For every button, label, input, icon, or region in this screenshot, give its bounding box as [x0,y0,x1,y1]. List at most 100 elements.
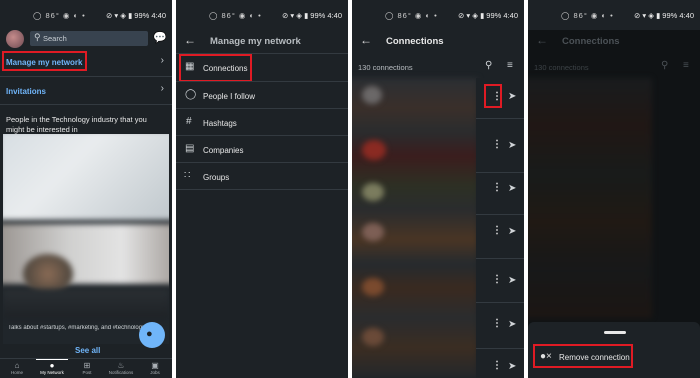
send-message-icon[interactable]: ➤ [508,319,516,330]
divider [176,189,348,190]
nav-home-label: Home [10,370,23,375]
status-right: ⊘ ▾ ◈ ▮ 99% 4:40 [282,11,342,20]
search-icon[interactable]: ⚲ [485,60,492,71]
nav-my-network[interactable]: ● My Network [36,359,68,375]
see-all-link[interactable]: See all [75,346,100,355]
filter-icon[interactable]: ≡ [507,60,513,71]
highlight-manage-network [2,51,87,71]
send-message-icon[interactable]: ➤ [508,226,516,237]
highlight-connections [179,54,252,82]
remove-connection-screen: ◯ 86° ◉ ◐ • ⊘ ▾ ◈ ▮ 99% 4:40 ← Connectio… [528,0,700,378]
menu-item-people-follow[interactable]: ◯ People I follow [176,84,348,108]
divider [476,258,524,259]
divider [176,162,348,163]
back-arrow-icon: ← [536,33,548,47]
send-message-icon[interactable]: ➤ [508,140,516,151]
divider [0,104,172,105]
divider [476,302,524,303]
status-bar: ◯ 86° ◉ ◐ • ⊘ ▾ ◈ ▮ 99% 4:40 [176,0,348,30]
avatar[interactable] [6,30,24,48]
divider [476,214,524,215]
more-options-icon[interactable]: ⋮ [492,318,502,329]
divider [0,76,172,77]
page-title: Connections [386,36,444,47]
connections-screen: ◯ 86° ◉ ◐ • ⊘ ▾ ◈ ▮ 99% 4:40 ← Connectio… [352,0,524,378]
search-bar[interactable]: ⚲ Search [30,31,148,46]
send-message-icon[interactable]: ➤ [508,183,516,194]
people-heading: People in the Technology industry that y… [6,115,147,134]
more-options-icon[interactable]: ⋮ [492,360,502,371]
page-title: Connections [562,36,620,47]
more-options-icon[interactable]: ⋮ [492,225,502,236]
send-message-icon[interactable]: ➤ [508,91,516,102]
nav-home[interactable]: ⌂ Home [4,361,30,375]
invitations-label: Invitations [6,87,47,96]
nav-jobs-label: Jobs [150,370,160,375]
bell-icon: ♨ [117,361,125,370]
filter-icon: ≡ [683,60,689,71]
search-icon: ⚲ [661,60,669,71]
nav-notifications-label: Notifications [108,370,134,375]
companies-icon: ▤ [185,143,195,154]
blurred-avatar [362,278,384,296]
suggestion-card[interactable]: Talks about #startups, #marketing, and #… [3,134,169,344]
status-bar: ◯ 86° ◉ ◐ • ⊘ ▾ ◈ ▮ 99% 4:40 [0,0,172,30]
divider [476,118,524,119]
blurred-details [3,289,169,319]
network-icon: ● [49,361,55,370]
more-options-icon[interactable]: ⋮ [492,274,502,285]
talks-about-text: Talks about #startups, #marketing, and #… [8,325,146,331]
blurred-avatar [362,328,384,346]
blurred-profile-photo [23,254,73,294]
more-options-icon[interactable]: ⋮ [492,182,502,193]
send-message-icon[interactable]: ➤ [508,361,516,372]
post-icon: ⊞ [83,361,91,370]
menu-item-groups[interactable]: ∷ Groups [176,165,348,189]
nav-my-network-label: My Network [40,370,64,375]
home-icon: ⌂ [14,361,20,370]
highlight-remove-connection [533,344,633,368]
messaging-icon[interactable]: 💬 [153,31,167,44]
page-title: Manage my network [210,36,301,47]
send-message-icon[interactable]: ➤ [508,275,516,286]
nav-post-label: Post [82,370,92,375]
nav-jobs[interactable]: ▣ Jobs [142,361,168,375]
status-right: ⊘ ▾ ◈ ▮ 99% 4:40 [634,11,694,20]
status-left-icons: ◯ 86° ◉ ◐ • [385,11,438,20]
nav-post[interactable]: ⊞ Post [74,361,100,375]
divider [476,172,524,173]
invitations-row[interactable]: Invitations › [0,80,172,100]
hashtag-icon: # [186,116,192,127]
status-left-icons: ◯ 86° ◉ ◐ • [33,11,86,20]
menu-item-hashtags[interactable]: # Hashtags [176,111,348,135]
add-connection-button[interactable]: ● [139,322,165,348]
back-arrow-icon[interactable]: ← [184,33,196,47]
connection-count: 130 connections [534,63,589,72]
status-bar: ◯ 86° ◉ ◐ • ⊘ ▾ ◈ ▮ 99% 4:40 [528,0,700,30]
nav-notifications[interactable]: ♨ Notifications [104,361,138,375]
chevron-right-icon: › [160,55,164,66]
manage-network-screen: ◯ 86° ◉ ◐ • ⊘ ▾ ◈ ▮ 99% 4:40 ← Manage my… [176,0,348,378]
divider [176,108,348,109]
sheet-handle[interactable] [604,331,626,334]
divider [176,135,348,136]
status-right: ⊘ ▾ ◈ ▮ 99% 4:40 [458,11,518,20]
blurred-banner-image [3,134,169,220]
chevron-right-icon: › [160,83,164,94]
menu-item-companies[interactable]: ▤ Companies [176,138,348,162]
more-options-icon[interactable]: ⋮ [492,139,502,150]
status-left-icons: ◯ 86° ◉ ◐ • [561,11,614,20]
connections-list: ⋮ ➤ ⋮ ➤ ⋮ ➤ ⋮ ➤ ⋮ ➤ ⋮ ➤ ⋮ ➤ [352,78,524,378]
row-actions: ⋮ ➤ ⋮ ➤ ⋮ ➤ ⋮ ➤ ⋮ ➤ ⋮ ➤ ⋮ ➤ [476,78,524,378]
menu-item-label: Groups [203,173,230,182]
back-arrow-icon[interactable]: ← [360,33,372,47]
my-network-screen: ◯ 86° ◉ ◐ • ⊘ ▾ ◈ ▮ 99% 4:40 ⚲ Search 💬 … [0,0,172,378]
briefcase-icon: ▣ [151,361,159,370]
blurred-avatar [362,183,384,201]
blurred-avatar [362,86,382,104]
blurred-avatar [362,140,386,160]
menu-item-label: Hashtags [203,119,237,128]
search-icon: ⚲ [34,32,41,42]
menu-item-label: Companies [203,146,244,155]
menu-item-label: People I follow [203,92,256,101]
